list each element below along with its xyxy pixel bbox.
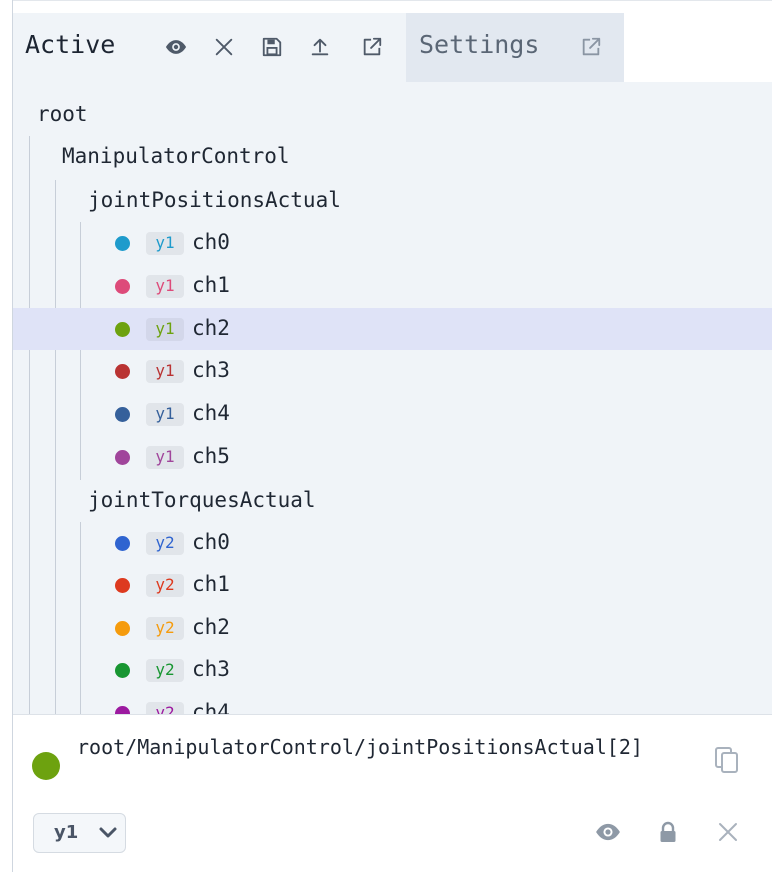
external-link-icon[interactable] [579, 35, 603, 59]
tab-settings-label: Settings [419, 30, 540, 59]
close-icon[interactable] [714, 818, 742, 846]
axis-badge[interactable]: y1 [146, 318, 184, 341]
axis-badge[interactable]: y2 [146, 702, 184, 714]
series-color-dot[interactable] [115, 407, 130, 422]
series-row[interactable]: y1 ch1 [13, 265, 772, 307]
lock-icon[interactable] [654, 818, 682, 846]
axis-badge[interactable]: y2 [146, 574, 184, 597]
series-row[interactable]: y2 ch0 [13, 522, 772, 564]
series-color-dot[interactable] [115, 663, 130, 678]
series-row[interactable]: y1 ch5 [13, 436, 772, 478]
series-label: ch2 [192, 615, 230, 639]
series-label: ch2 [192, 316, 230, 340]
axis-badge[interactable]: y1 [146, 403, 184, 426]
series-row-selected[interactable]: y1 ch2 [13, 308, 772, 350]
series-row[interactable]: y2 ch4 [13, 692, 772, 714]
series-row[interactable]: y1 ch4 [13, 393, 772, 435]
tab-settings[interactable]: Settings [406, 13, 624, 82]
series-color-swatch[interactable] [32, 752, 60, 780]
axis-badge[interactable]: y1 [146, 275, 184, 298]
series-color-dot[interactable] [115, 279, 130, 294]
panel-tabbar: Active Settings [13, 13, 772, 82]
tree-node-manipulator[interactable]: ManipulatorControl [62, 144, 290, 168]
series-tree: root ManipulatorControl jointPositionsAc… [13, 82, 772, 714]
series-color-dot[interactable] [115, 322, 130, 337]
axis-badge[interactable]: y1 [146, 232, 184, 255]
series-row[interactable]: y2 ch1 [13, 564, 772, 606]
axis-select[interactable]: y1 [33, 813, 126, 853]
tab-active-label: Active [25, 30, 116, 59]
series-color-dot[interactable] [115, 536, 130, 551]
axis-badge[interactable]: y2 [146, 659, 184, 682]
series-color-dot[interactable] [115, 578, 130, 593]
axis-badge[interactable]: y1 [146, 360, 184, 383]
series-color-dot[interactable] [115, 706, 130, 714]
series-details: root/ManipulatorControl/jointPositionsAc… [13, 715, 772, 872]
series-color-dot[interactable] [115, 364, 130, 379]
series-label: ch4 [192, 700, 230, 714]
eye-icon[interactable] [594, 818, 622, 846]
tree-node-group[interactable]: jointPositionsActual [88, 188, 341, 212]
axis-badge[interactable]: y2 [146, 617, 184, 640]
upload-icon[interactable] [308, 35, 332, 59]
series-row[interactable]: y1 ch0 [13, 222, 772, 264]
close-icon[interactable] [212, 35, 236, 59]
axis-badge[interactable]: y2 [146, 532, 184, 555]
series-label: ch0 [192, 230, 230, 254]
series-label: ch5 [192, 444, 230, 468]
series-label: ch3 [192, 358, 230, 382]
axis-select-value: y1 [54, 822, 79, 843]
tree-node-root[interactable]: root [37, 102, 88, 126]
tab-active[interactable]: Active [13, 13, 406, 82]
series-path: root/ManipulatorControl/jointPositionsAc… [77, 735, 643, 759]
series-color-dot[interactable] [115, 450, 130, 465]
series-label: ch1 [192, 273, 230, 297]
series-row[interactable]: y2 ch2 [13, 607, 772, 649]
series-label: ch3 [192, 657, 230, 681]
series-row[interactable]: y1 ch3 [13, 350, 772, 392]
save-icon[interactable] [260, 35, 284, 59]
series-label: ch0 [192, 530, 230, 554]
external-link-icon[interactable] [360, 35, 384, 59]
series-color-dot[interactable] [115, 236, 130, 251]
axis-badge[interactable]: y1 [146, 446, 184, 469]
chevron-down-icon [97, 823, 119, 843]
copy-icon[interactable] [713, 745, 741, 775]
tree-node-group[interactable]: jointTorquesActual [88, 488, 316, 512]
series-label: ch1 [192, 572, 230, 596]
series-row[interactable]: y2 ch3 [13, 649, 772, 691]
series-color-dot[interactable] [115, 621, 130, 636]
eye-icon[interactable] [164, 35, 188, 59]
series-label: ch4 [192, 401, 230, 425]
